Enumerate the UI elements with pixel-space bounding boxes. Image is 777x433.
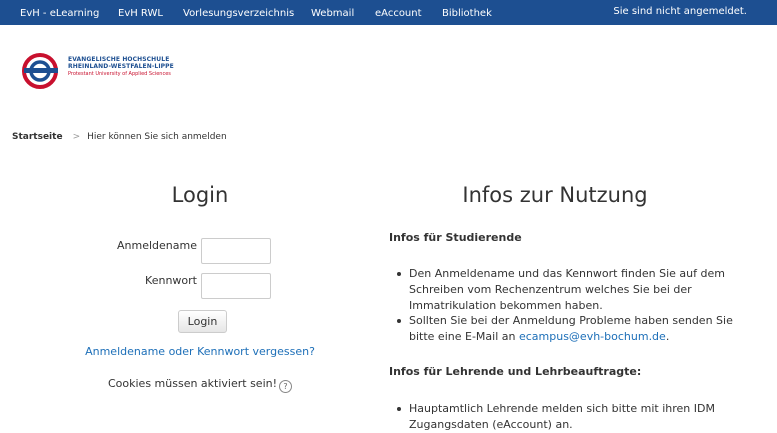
forgot-credentials-link[interactable]: Anmeldename oder Kennwort vergessen? — [50, 345, 350, 358]
teachers-info-text-1: Hauptamtlich Lehrende melden sich bitte … — [409, 402, 715, 431]
list-item: Den Anmeldename und das Kennwort finden … — [397, 266, 749, 313]
login-status: Sie sind nicht angemeldet. — [613, 6, 747, 17]
help-icon[interactable]: ? — [279, 380, 293, 393]
breadcrumb-separator: > — [72, 132, 81, 142]
cookies-notice: Cookies müssen aktiviert sein!? — [50, 377, 350, 393]
nav-item-eaccount[interactable]: eAccount — [375, 0, 422, 25]
logo-line2: RHEINLAND-WESTFALEN-LIPPE — [68, 63, 174, 70]
login-button[interactable]: Login — [178, 310, 227, 333]
support-email-link[interactable]: ecampus@evh-bochum.de — [519, 330, 666, 343]
nav-item-bibliothek[interactable]: Bibliothek — [442, 0, 492, 25]
logo-mark-icon — [22, 53, 58, 89]
logo-line1: EVANGELISCHE HOCHSCHULE — [68, 56, 170, 63]
university-logo[interactable]: EVANGELISCHE HOCHSCHULE RHEINLAND-WESTFA… — [18, 51, 188, 91]
nav-item-webmail[interactable]: Webmail — [311, 0, 354, 25]
logo-line3: Protestant University of Applied Science… — [68, 71, 171, 77]
breadcrumb-home-link[interactable]: Startseite — [12, 132, 63, 142]
username-label: Anmeldename — [117, 239, 197, 252]
cookies-text: Cookies müssen aktiviert sein! — [107, 377, 278, 390]
nav-item-evh-rwl[interactable]: EvH RWL — [118, 0, 163, 25]
students-info-list: Den Anmeldename und das Kennwort finden … — [389, 266, 749, 345]
students-info-text-2-end: . — [665, 330, 670, 344]
list-item: Sollten Sie bei der Anmeldung Probleme h… — [397, 313, 749, 345]
breadcrumb: Startseite > Hier können Sie sich anmelden — [12, 132, 227, 142]
nav-item-evh-elearning[interactable]: EvH - eLearning — [20, 0, 99, 25]
username-input[interactable] — [201, 238, 271, 264]
teachers-info-list: Hauptamtlich Lehrende melden sich bitte … — [389, 401, 749, 433]
password-input[interactable] — [201, 273, 271, 299]
logo-text: EVANGELISCHE HOCHSCHULE RHEINLAND-WESTFA… — [68, 56, 174, 79]
login-title: Login — [171, 183, 229, 207]
password-label: Kennwort — [145, 274, 197, 287]
nav-item-vorlesungsverzeichnis[interactable]: Vorlesungsverzeichnis — [183, 0, 294, 25]
students-info-text-1: Den Anmeldename und das Kennwort finden … — [409, 267, 725, 312]
top-navbar: EvH - eLearning EvH RWL Vorlesungsverzei… — [0, 0, 777, 25]
students-heading: Infos für Studierende — [389, 231, 522, 244]
info-title: Infos zur Nutzung — [462, 183, 648, 207]
breadcrumb-current: Hier können Sie sich anmelden — [87, 132, 227, 142]
list-item: Hauptamtlich Lehrende melden sich bitte … — [397, 401, 749, 433]
teachers-heading: Infos für Lehrende und Lehrbeauftragte: — [389, 365, 642, 378]
